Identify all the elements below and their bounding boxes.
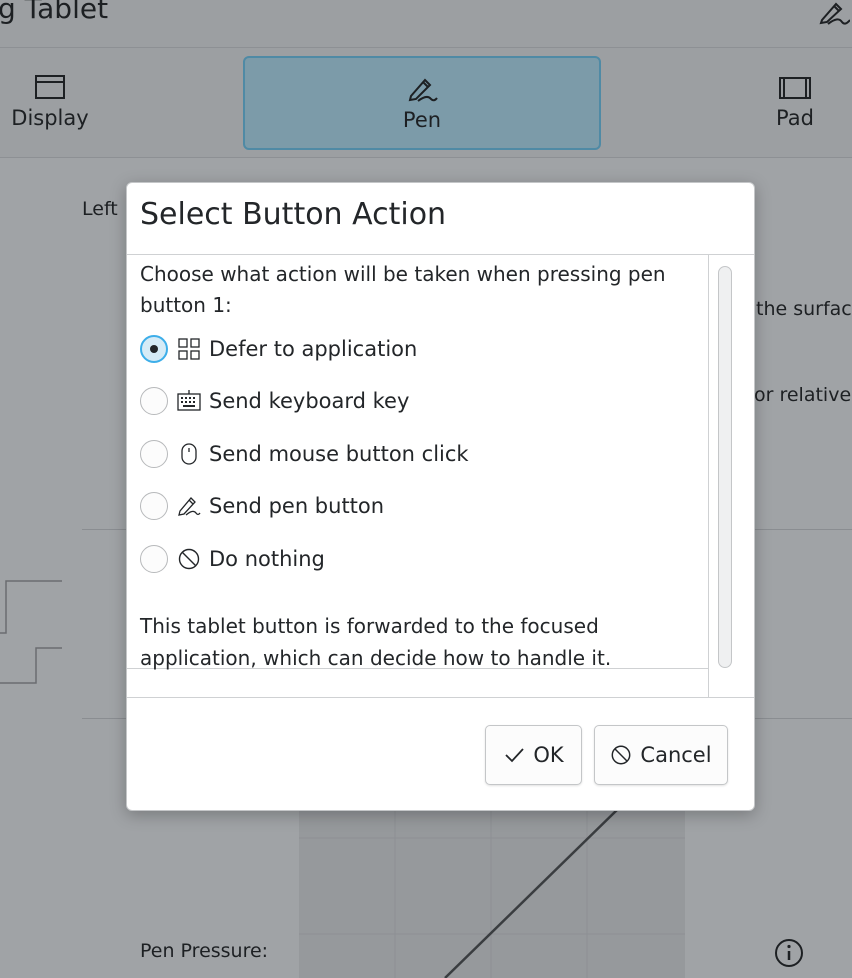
info-icon[interactable] — [774, 938, 804, 968]
tab-display[interactable]: Display — [0, 56, 100, 150]
option-label: Send pen button — [209, 494, 385, 518]
option-do-nothing[interactable]: Do nothing — [140, 543, 700, 575]
option-label: Defer to application — [209, 337, 418, 361]
option-send-keyboard-key[interactable]: Send keyboard key — [140, 385, 700, 417]
grid-icon — [178, 338, 200, 360]
radio-button[interactable] — [140, 545, 168, 573]
step-curve-graphic — [0, 580, 62, 684]
tab-pad-label: Pad — [776, 106, 814, 130]
checkmark-icon — [505, 748, 525, 763]
dialog-body: Choose what action will be taken when pr… — [127, 255, 708, 698]
scroll-area-border — [708, 255, 709, 698]
left-label: Left — [82, 198, 118, 220]
cancel-button[interactable]: Cancel — [594, 725, 728, 785]
option-label: Do nothing — [209, 547, 325, 571]
tab-pen[interactable]: Pen — [243, 56, 601, 150]
vertical-scrollbar[interactable] — [718, 266, 732, 668]
option-send-pen-button[interactable]: Send pen button — [140, 490, 700, 522]
option-label: Send keyboard key — [209, 389, 410, 413]
surface-text: the surfac — [756, 298, 852, 320]
option-label: Send mouse button click — [209, 442, 469, 466]
window-titlebar: g Tablet — [0, 0, 852, 48]
cancel-icon — [611, 745, 631, 765]
tab-pad[interactable]: Pad — [745, 56, 845, 150]
dialog-prompt: Choose what action will be taken when pr… — [140, 262, 666, 317]
pen-icon[interactable] — [818, 0, 850, 26]
select-button-action-dialog: Select Button Action Choose what action … — [126, 182, 755, 811]
pressure-curve-chart[interactable] — [299, 807, 685, 978]
window-title: g Tablet — [0, 0, 109, 25]
tab-pen-label: Pen — [402, 108, 442, 132]
option-description: This tablet button is forwarded to the f… — [140, 614, 612, 670]
option-send-mouse-button-click[interactable]: Send mouse button click — [140, 438, 700, 470]
radio-button[interactable] — [140, 387, 168, 415]
pen-icon — [408, 78, 438, 102]
ok-button-label: OK — [533, 743, 564, 767]
mouse-icon — [181, 443, 197, 465]
display-icon — [35, 75, 65, 99]
divider — [127, 697, 754, 698]
radio-button[interactable] — [140, 335, 168, 363]
keyboard-icon — [177, 390, 201, 411]
tab-bar: Display Pen Pad — [0, 48, 852, 158]
option-defer-to-application[interactable]: Defer to application — [140, 333, 700, 365]
radio-button[interactable] — [140, 492, 168, 520]
pad-icon — [779, 77, 811, 99]
pressure-curve-grid — [299, 807, 685, 978]
pen-icon — [178, 497, 201, 516]
dialog-title: Select Button Action — [140, 197, 447, 232]
cancel-button-label: Cancel — [640, 743, 712, 767]
cancel-icon — [178, 548, 200, 570]
ok-button[interactable]: OK — [485, 725, 582, 785]
pen-pressure-label: Pen Pressure: — [140, 940, 269, 962]
tab-display-label: Display — [11, 106, 89, 130]
radio-button[interactable] — [140, 440, 168, 468]
relative-text: or relative t — [754, 384, 852, 406]
